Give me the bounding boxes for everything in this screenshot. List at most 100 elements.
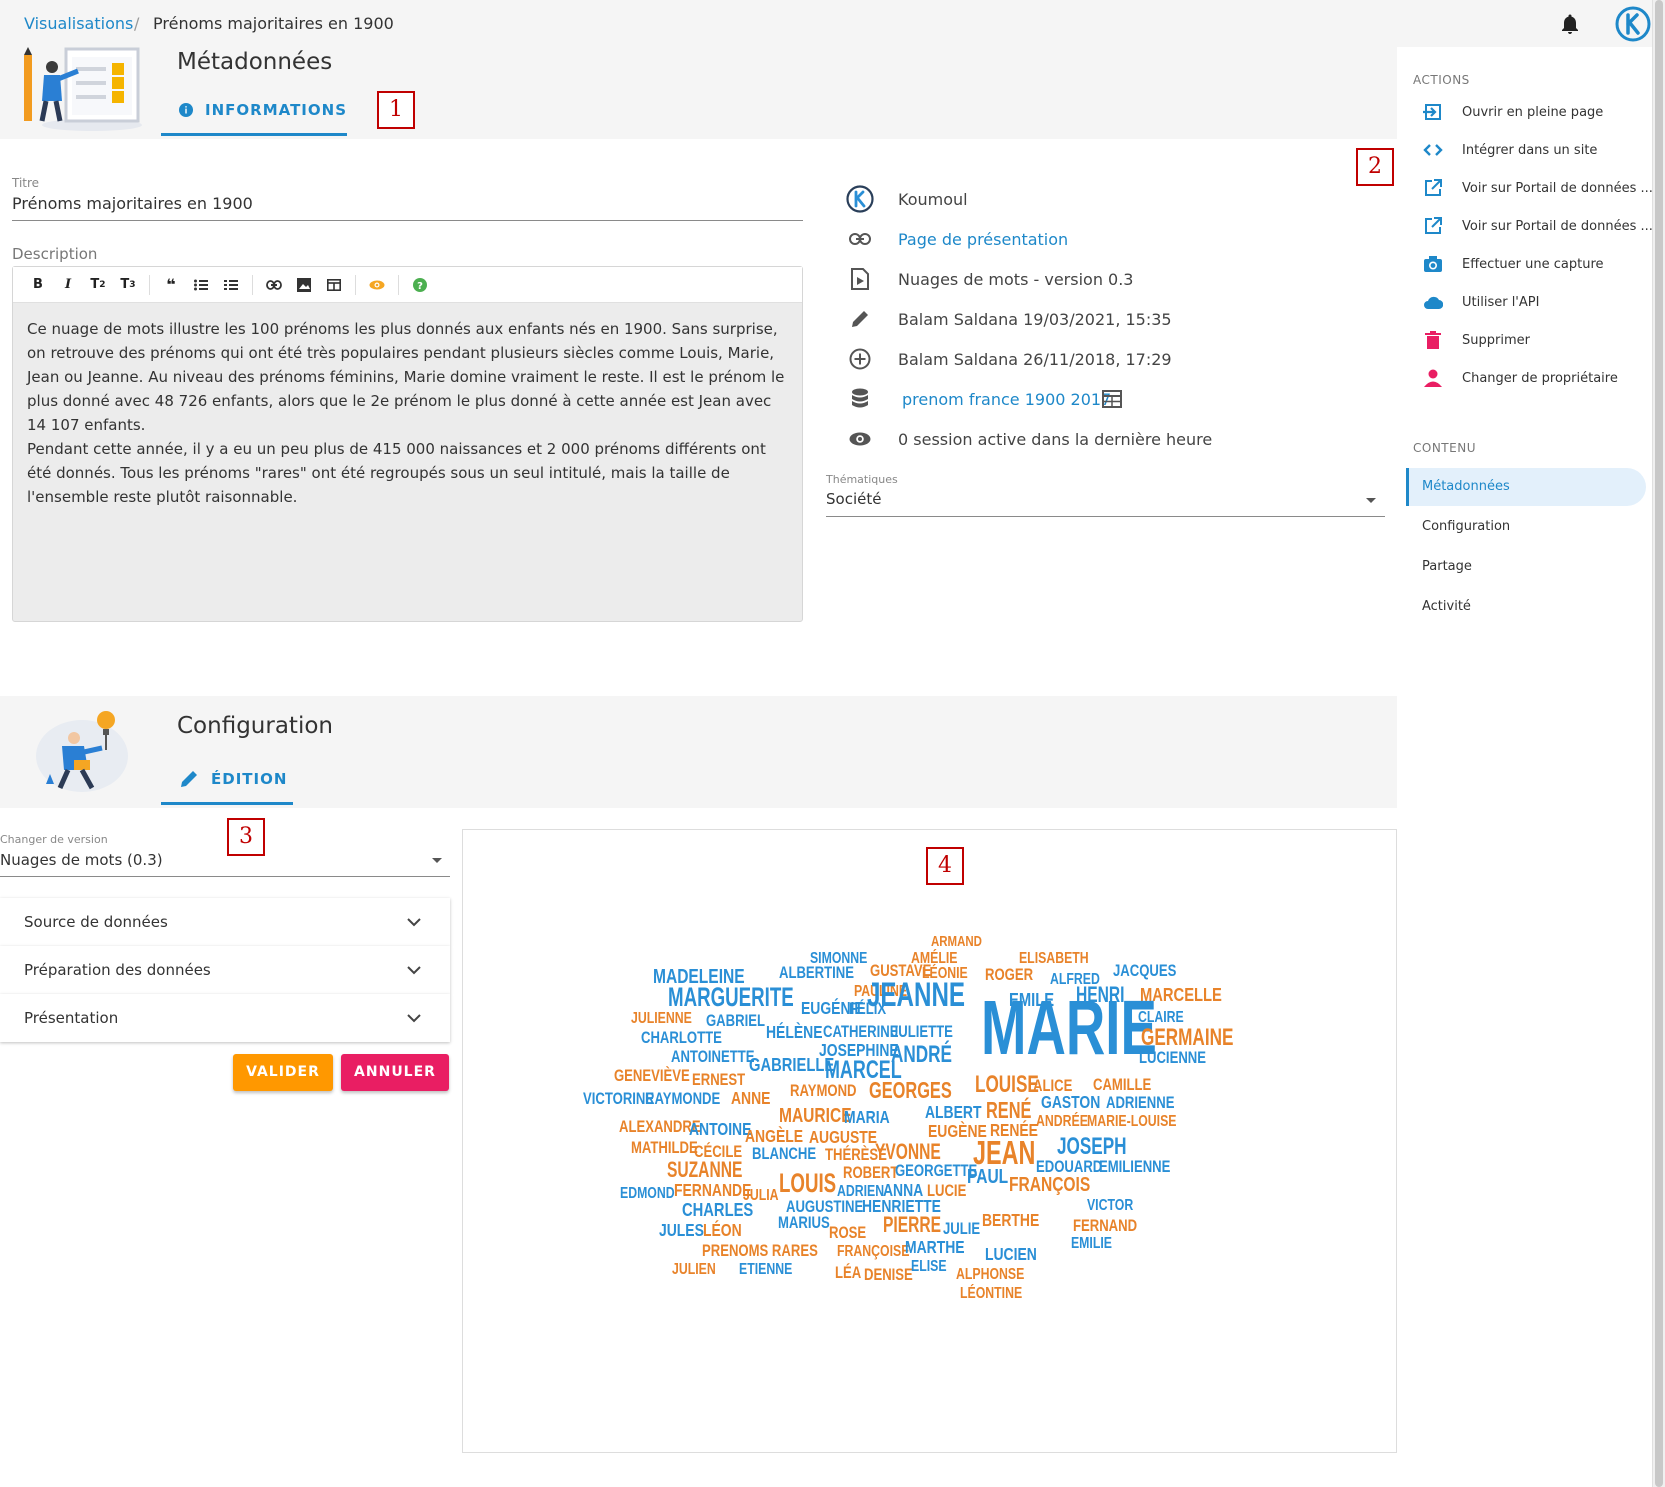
configuration-section-header: Configuration ÉDITION xyxy=(0,696,1397,808)
tab-informations-label: INFORMATIONS xyxy=(205,100,347,119)
dropdown-arrow-icon[interactable] xyxy=(430,855,444,865)
action-item[interactable]: Voir sur Portail de données ... xyxy=(1420,211,1653,241)
config-panel[interactable]: Source de données xyxy=(0,898,450,946)
page-scrollbar[interactable] xyxy=(1652,0,1665,1487)
dropdown-arrow-icon[interactable] xyxy=(1364,495,1378,505)
link-button[interactable] xyxy=(259,271,289,299)
word-cloud-word: VICTORINE xyxy=(583,1090,654,1109)
word-cloud-word: LÉA xyxy=(835,1264,861,1283)
word-cloud-word: MARIE xyxy=(981,986,1157,1071)
word-cloud-word: ANTOINETTE xyxy=(671,1048,755,1067)
svg-text:?: ? xyxy=(417,281,423,292)
database-icon xyxy=(846,385,874,413)
action-icon-wrapper xyxy=(1420,175,1446,201)
thematics-label: Thématiques xyxy=(826,473,898,486)
action-item[interactable]: Changer de propriétaire xyxy=(1420,363,1642,393)
content-nav-item[interactable]: Métadonnées xyxy=(1406,468,1646,506)
toolbar-divider xyxy=(398,274,399,295)
heading-3-button[interactable]: T3 xyxy=(113,271,143,299)
word-cloud-word: CATHERINE xyxy=(823,1023,899,1042)
content-heading: CONTENU xyxy=(1413,441,1476,455)
annotation-marker-2: 2 xyxy=(1356,148,1394,186)
thematics-select[interactable]: Société xyxy=(826,490,881,508)
description-editor[interactable]: B I T2 T3 ❝ ? Ce nuage de mots illustre … xyxy=(12,266,803,622)
chevron-down-icon xyxy=(407,966,421,975)
action-icon-wrapper xyxy=(1420,289,1446,315)
preview-button[interactable] xyxy=(362,271,392,299)
open-in-new-icon xyxy=(1425,217,1442,234)
action-icon-wrapper xyxy=(1420,251,1446,277)
numbered-list-button[interactable] xyxy=(216,271,246,299)
tab-edition[interactable]: ÉDITION xyxy=(161,755,293,805)
word-cloud-word: LOUIS xyxy=(779,1168,836,1198)
title-input[interactable]: Prénoms majoritaires en 1900 xyxy=(12,194,253,213)
action-item[interactable]: Supprimer xyxy=(1420,325,1642,355)
description-paragraph-1: Ce nuage de mots illustre les 100 prénom… xyxy=(27,320,785,434)
quote-button[interactable]: ❝ xyxy=(156,271,186,299)
image-button[interactable] xyxy=(289,271,319,299)
word-cloud-word: ANDRÉE xyxy=(1036,1112,1088,1130)
table-icon[interactable] xyxy=(1102,390,1122,408)
breadcrumb-current: Prénoms majoritaires en 1900 xyxy=(153,14,394,33)
word-cloud-word: LÉON xyxy=(703,1219,742,1240)
bold-button[interactable]: B xyxy=(23,271,53,299)
trash-icon xyxy=(1425,331,1441,349)
config-panel[interactable]: Préparation des données xyxy=(0,946,450,994)
config-panel[interactable]: Présentation xyxy=(0,994,450,1042)
validate-button[interactable]: VALIDER xyxy=(233,1054,333,1091)
word-cloud-word: ANNE xyxy=(731,1090,771,1109)
tab-informations[interactable]: INFORMATIONS xyxy=(161,86,347,136)
word-cloud-word: LUCIEN xyxy=(985,1246,1037,1265)
camera-icon xyxy=(1424,256,1442,272)
help-button[interactable]: ? xyxy=(405,271,435,299)
action-item[interactable]: Voir sur Portail de données ... xyxy=(1420,173,1653,203)
action-icon-wrapper xyxy=(1420,365,1446,391)
action-item[interactable]: Intégrer dans un site xyxy=(1420,135,1642,165)
presentation-page-link[interactable]: Page de présentation xyxy=(898,230,1068,249)
word-cloud-word: MATHILDE xyxy=(631,1139,698,1158)
title-input-underline xyxy=(12,220,803,221)
word-cloud-word: GERMAINE xyxy=(1141,1024,1233,1051)
word-cloud-word: MAURICE xyxy=(779,1104,852,1126)
toolbar-divider xyxy=(252,274,253,295)
koumoul-account-avatar[interactable] xyxy=(1615,6,1651,42)
version-label: Changer de version xyxy=(0,833,108,846)
word-cloud-word: HÉLÈNE xyxy=(766,1021,823,1042)
breadcrumb-visualisations-link[interactable]: Visualisations xyxy=(24,14,133,33)
open-in-new-icon xyxy=(1425,179,1442,196)
visualization-preview[interactable]: ARMAND SIMONNE AMÉLIE ELISABETH MADELEINE ALB… xyxy=(462,829,1397,1453)
scrollbar-thumb[interactable] xyxy=(1655,0,1663,1487)
word-cloud-word: EMILIENNE xyxy=(1099,1158,1170,1177)
word-cloud-word: EDMOND xyxy=(620,1184,675,1202)
top-app-bar: Visualisations / Prénoms majoritaires en… xyxy=(0,0,1652,47)
eye-icon xyxy=(846,425,874,453)
word-cloud-word: ROGER xyxy=(985,966,1033,985)
code-icon xyxy=(1423,144,1443,156)
version-select[interactable]: Nuages de mots (0.3) xyxy=(0,851,163,869)
table-button[interactable] xyxy=(319,271,349,299)
dataset-link[interactable]: prenom france 1900 2017 xyxy=(902,390,1111,409)
metadata-section-title: Métadonnées xyxy=(177,49,333,75)
action-icon-wrapper xyxy=(1420,99,1446,125)
word-cloud-word: RAYMONDE xyxy=(645,1090,720,1109)
bulleted-list-button[interactable] xyxy=(186,271,216,299)
updated-text: Balam Saldana 19/03/2021, 15:35 xyxy=(898,309,1172,329)
action-item[interactable]: Effectuer une capture xyxy=(1420,249,1642,279)
action-item[interactable]: Ouvrir en pleine page xyxy=(1420,97,1642,127)
word-cloud-word: RENÉ xyxy=(986,1097,1032,1124)
chevron-down-icon xyxy=(407,918,421,927)
action-item[interactable]: Utiliser l'API xyxy=(1420,287,1642,317)
content-nav-item[interactable]: Partage xyxy=(1406,548,1646,586)
italic-button[interactable]: I xyxy=(53,271,83,299)
heading-2-button[interactable]: T2 xyxy=(83,271,113,299)
cancel-button[interactable]: ANNULER xyxy=(341,1054,449,1091)
word-cloud-word: DENISE xyxy=(864,1266,913,1285)
notification-bell-icon[interactable] xyxy=(1558,12,1582,36)
word-cloud-word: LUCIENNE xyxy=(1139,1049,1206,1068)
content-nav-item[interactable]: Activité xyxy=(1406,588,1646,626)
description-label: Description xyxy=(12,245,98,263)
word-cloud-word: MARGUERITE xyxy=(668,982,794,1012)
word-cloud-word: RAYMOND xyxy=(790,1082,857,1101)
content-nav-item[interactable]: Configuration xyxy=(1406,508,1646,546)
owner-name: Koumoul xyxy=(898,189,968,209)
